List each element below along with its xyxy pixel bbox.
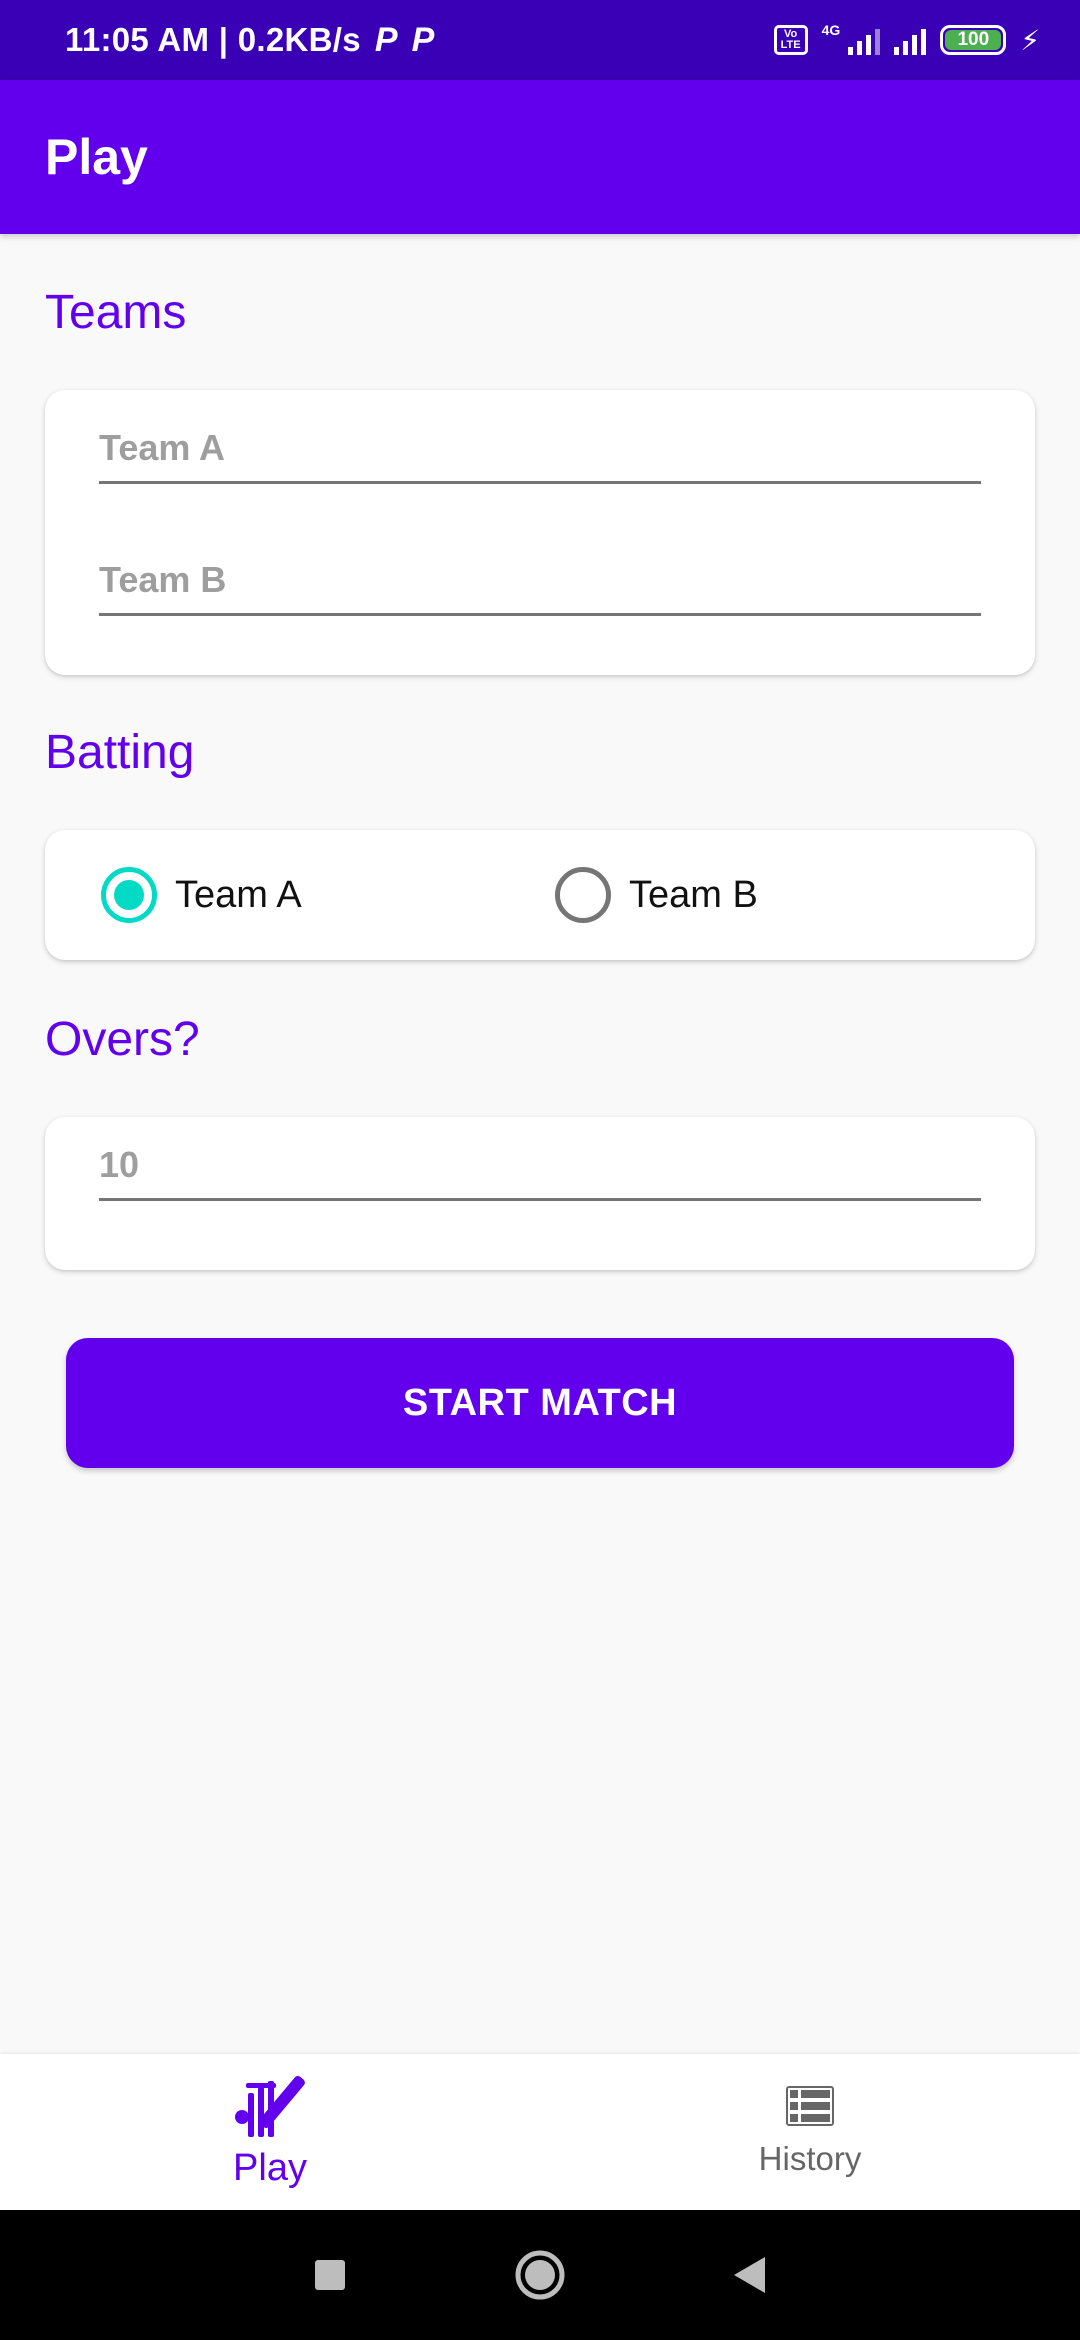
signal-icon [894, 25, 927, 55]
overs-card [45, 1117, 1035, 1270]
status-bar: 11:05 AM | 0.2KB/s P P Vo LTE 4G 100 ⚡ [0, 0, 1080, 80]
app-bar: Play [0, 80, 1080, 234]
bottom-navigation: Play History [0, 2054, 1080, 2210]
team-b-input[interactable] [99, 559, 981, 601]
radio-label: Team B [629, 873, 758, 916]
nav-label-history: History [758, 2140, 862, 2177]
circle-icon [515, 2250, 565, 2300]
status-icons: Vo LTE 4G 100 ⚡ [773, 22, 1040, 57]
system-navigation-bar [0, 2210, 1080, 2340]
radio-label: Team A [175, 873, 302, 916]
signal-icon [848, 25, 881, 55]
status-time: 11:05 AM | 0.2KB/s [65, 21, 361, 58]
back-button[interactable] [720, 2245, 780, 2305]
battery-level: 100 [945, 30, 1002, 50]
recents-button[interactable] [300, 2245, 360, 2305]
teams-card [45, 390, 1035, 675]
batting-option-team-a[interactable]: Team A [101, 867, 302, 923]
parking-notification-icon: P [411, 20, 435, 59]
overs-heading: Overs? [45, 1013, 200, 1066]
volte-icon: Vo LTE [773, 25, 808, 55]
nav-item-history[interactable]: History [540, 2054, 1080, 2210]
teams-heading: Teams [45, 286, 187, 339]
nav-label-play: Play [233, 2146, 307, 2189]
triangle-back-icon [734, 2257, 765, 2293]
page-title: Play [45, 129, 148, 185]
batting-heading: Batting [45, 726, 195, 779]
batting-card: Team A Team B [45, 830, 1035, 960]
radio-checked-icon[interactable] [101, 867, 157, 923]
cricket-icon [235, 2075, 305, 2137]
network-type: 4G [821, 22, 841, 38]
team-a-input[interactable] [99, 427, 981, 469]
home-button[interactable] [510, 2245, 570, 2305]
battery-icon: 100 [940, 25, 1007, 55]
overs-input[interactable] [99, 1144, 981, 1186]
team-b-field[interactable] [99, 546, 981, 616]
parking-notification-icon: P [374, 20, 398, 59]
square-icon [315, 2260, 345, 2290]
radio-unchecked-icon[interactable] [555, 867, 611, 923]
batting-option-team-b[interactable]: Team B [555, 867, 758, 923]
charging-icon: ⚡ [1020, 24, 1040, 56]
start-match-button[interactable]: START MATCH [66, 1338, 1014, 1468]
overs-field[interactable] [99, 1131, 981, 1201]
nav-item-play[interactable]: Play [0, 2054, 540, 2210]
list-icon [786, 2086, 834, 2126]
team-a-field[interactable] [99, 414, 981, 484]
